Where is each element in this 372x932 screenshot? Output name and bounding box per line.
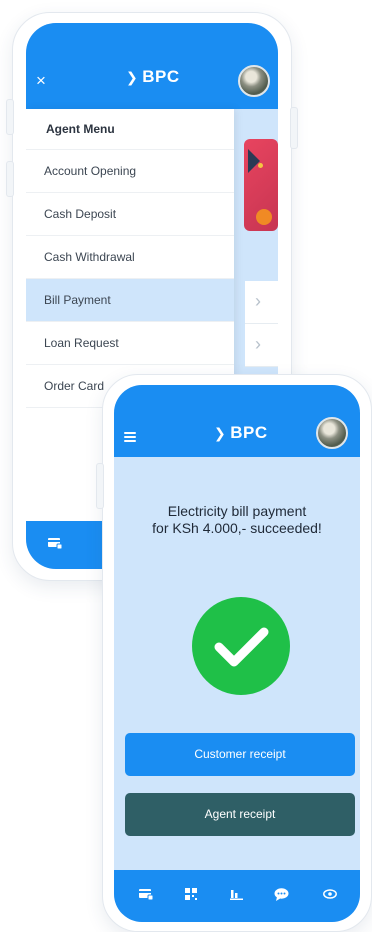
menu-icon[interactable] <box>124 432 136 442</box>
success-check-icon <box>192 597 290 695</box>
brand-chevron-icon: ❯ <box>126 69 139 85</box>
success-message: Electricity bill payment for KSh 4.000,-… <box>124 503 350 537</box>
brand-logo: ❯ BPC <box>126 67 180 87</box>
eye-icon[interactable] <box>323 888 337 902</box>
message-line-2: for KSh 4.000,- succeeded! <box>152 520 322 536</box>
brand-name: BPC <box>230 423 268 442</box>
avatar[interactable] <box>238 65 270 97</box>
list-item[interactable]: › <box>245 281 278 324</box>
chart-icon[interactable] <box>230 888 243 903</box>
list-item[interactable]: › <box>245 324 278 367</box>
brand-chevron-icon: ❯ <box>214 425 227 441</box>
brand-logo: ❯ BPC <box>214 423 268 443</box>
card-icon[interactable] <box>139 888 154 903</box>
card-graphic <box>248 149 260 173</box>
menu-item-cash-deposit[interactable]: Cash Deposit <box>26 193 234 236</box>
app-bar: × ❯ BPC <box>26 23 278 109</box>
front-phone: ❯ BPC Electricity bill payment for KSh 4.… <box>96 374 372 932</box>
card-icon[interactable] <box>48 537 63 552</box>
customer-receipt-button[interactable]: Customer receipt <box>125 733 355 776</box>
qr-icon[interactable] <box>185 888 197 903</box>
agent-receipt-button[interactable]: Agent receipt <box>125 793 355 836</box>
menu-item-bill-payment[interactable]: Bill Payment <box>26 279 234 322</box>
avatar[interactable] <box>316 417 348 449</box>
menu-title: Agent Menu <box>26 109 234 150</box>
chevron-right-icon: › <box>255 334 261 354</box>
bottom-nav <box>114 870 360 922</box>
card-chip-icon <box>258 163 263 168</box>
close-icon[interactable]: × <box>36 71 46 91</box>
menu-item-loan-request[interactable]: Loan Request <box>26 322 234 365</box>
bank-card-peek <box>244 139 278 231</box>
side-button <box>6 99 14 135</box>
list-peek: › › <box>245 281 278 367</box>
app-bar: ❯ BPC <box>114 385 360 457</box>
card-brand-icon <box>256 209 272 225</box>
message-line-1: Electricity bill payment <box>167 503 307 519</box>
menu-item-cash-withdrawal[interactable]: Cash Withdrawal <box>26 236 234 279</box>
front-screen: ❯ BPC Electricity bill payment for KSh 4.… <box>114 385 360 922</box>
chevron-right-icon: › <box>255 291 261 311</box>
brand-name: BPC <box>142 67 180 86</box>
side-button <box>96 463 104 509</box>
chat-icon[interactable] <box>274 888 289 904</box>
menu-item-account-opening[interactable]: Account Opening <box>26 150 234 193</box>
side-button <box>6 161 14 197</box>
side-button <box>290 107 298 149</box>
